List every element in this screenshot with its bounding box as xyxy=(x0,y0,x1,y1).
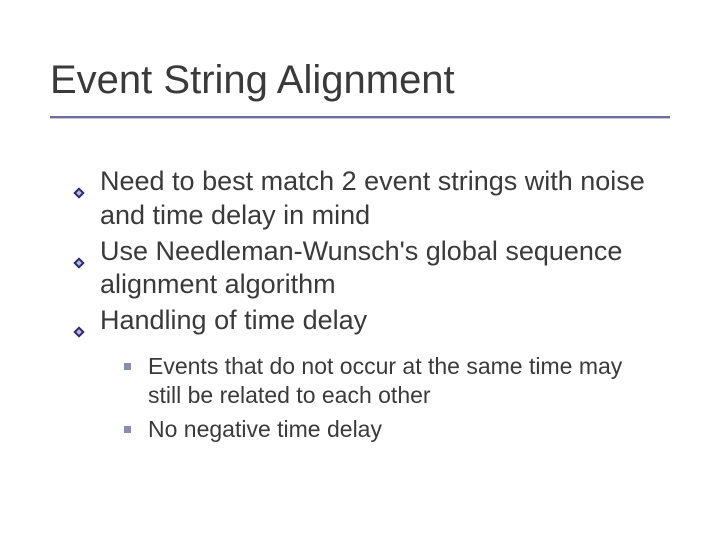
sub-bullet-item: No negative time delay xyxy=(148,415,660,444)
slide: Event String Alignment Need to best matc… xyxy=(0,0,720,540)
diamond-bullet-icon xyxy=(72,245,86,259)
title-underline xyxy=(50,116,670,118)
bullet-item: Need to best match 2 event strings with … xyxy=(100,165,660,233)
sub-bullet-list: Events that do not occur at the same tim… xyxy=(148,352,660,444)
bullet-text: Use Needleman-Wunsch's global sequence a… xyxy=(100,236,622,300)
bullet-item: Handling of time delay Events that do no… xyxy=(100,304,660,444)
slide-body: Need to best match 2 event strings with … xyxy=(100,165,660,448)
slide-title: Event String Alignment xyxy=(50,58,455,102)
sub-bullet-text: Events that do not occur at the same tim… xyxy=(148,353,622,408)
bullet-text: Handling of time delay xyxy=(100,305,367,335)
bullet-text: Need to best match 2 event strings with … xyxy=(100,166,645,230)
square-bullet-icon xyxy=(124,426,131,433)
bullet-item: Use Needleman-Wunsch's global sequence a… xyxy=(100,235,660,303)
square-bullet-icon xyxy=(124,363,131,370)
sub-bullet-text: No negative time delay xyxy=(148,416,382,442)
sub-bullet-item: Events that do not occur at the same tim… xyxy=(148,352,660,411)
diamond-bullet-icon xyxy=(72,175,86,189)
diamond-bullet-icon xyxy=(72,314,86,328)
